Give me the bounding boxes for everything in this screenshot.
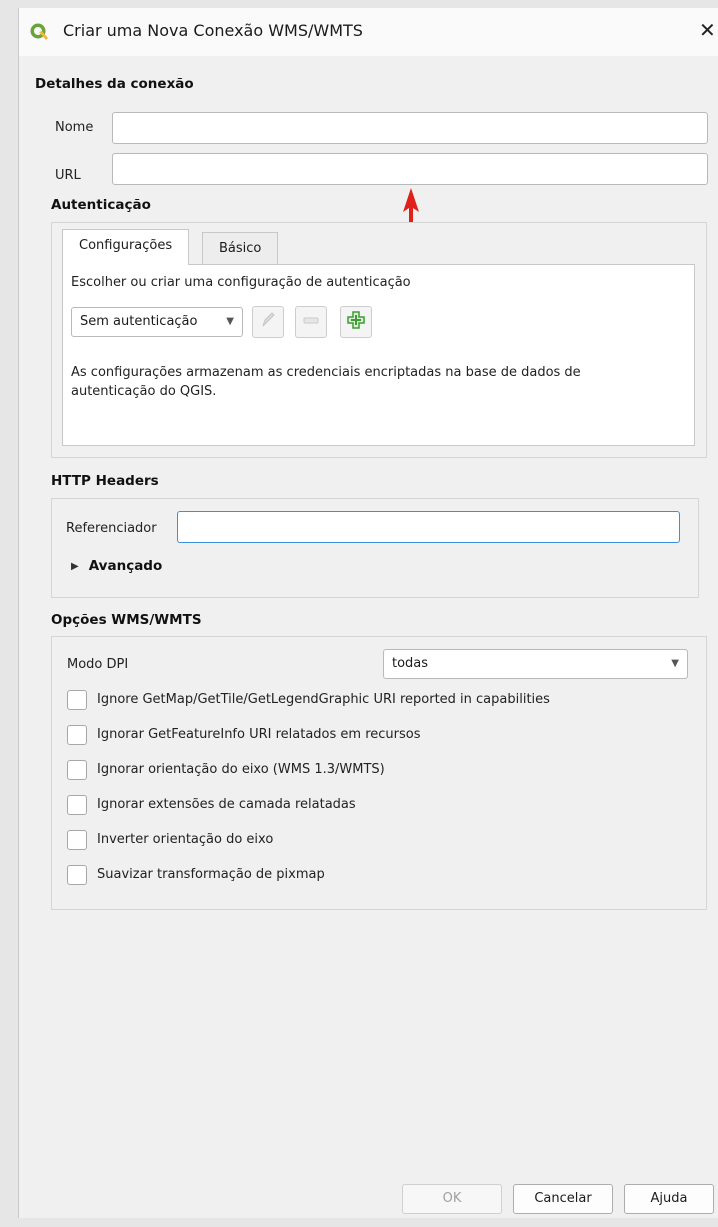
checkbox-label: Inverter orientação do eixo [97,832,274,847]
checkbox-label: Ignorar orientação do eixo (WMS 1.3/WMTS… [97,762,385,777]
checkbox-label: Ignore GetMap/GetTile/GetLegendGraphic U… [97,692,550,707]
checkbox-label: Ignorar extensões de camada relatadas [97,797,356,812]
auth-config-combo[interactable]: Sem autenticação ▼ [71,307,243,337]
remove-auth-button[interactable] [295,306,327,338]
dpi-mode-combo[interactable]: todas ▼ [383,649,688,679]
tab-basico[interactable]: Básico [202,232,279,266]
authentication-title: Autenticação [51,197,151,213]
checkbox-ignore-getmap-uri[interactable] [67,690,87,710]
advanced-label: Avançado [88,558,163,574]
cancel-button[interactable]: Cancelar [513,1184,613,1214]
expand-arrow-icon: ▶ [71,560,79,572]
edit-auth-button[interactable] [252,306,284,338]
auth-info-text-line1: As configurações armazenam as credenciai… [71,365,581,380]
name-input[interactable] [112,112,708,144]
checkbox-label: Ignorar GetFeatureInfo URI relatados em … [97,727,421,742]
auth-combo-value: Sem autenticação [80,314,198,329]
chevron-down-icon: ▼ [226,316,234,327]
qgis-icon [29,22,49,42]
url-input[interactable] [112,153,708,185]
checkbox-label: Suavizar transformação de pixmap [97,867,325,882]
advanced-toggle[interactable]: ▶ Avançado [71,558,162,574]
checkbox-invert-axis-orientation[interactable] [67,830,87,850]
referer-label: Referenciador [66,521,157,536]
url-label: URL [55,168,81,183]
close-icon[interactable]: ✕ [699,18,716,42]
checkbox-ignore-axis-orientation[interactable] [67,760,87,780]
http-headers-title: HTTP Headers [51,473,159,489]
dialog-window: Criar uma Nova Conexão WMS/WMTS ✕ Detalh… [18,8,718,1218]
auth-info-text-line2: autenticação do QGIS. [71,384,217,399]
remove-icon [302,311,320,333]
window-title: Criar uma Nova Conexão WMS/WMTS [63,21,363,40]
checkbox-smooth-pixmap-transform[interactable] [67,865,87,885]
dpi-mode-label: Modo DPI [67,657,129,672]
auth-choose-text: Escolher ou criar uma configuração de au… [71,275,411,290]
referer-input[interactable] [177,511,680,543]
connection-details-title: Detalhes da conexão [35,76,194,92]
title-bar: Criar uma Nova Conexão WMS/WMTS ✕ [19,8,718,56]
add-plus-icon [346,310,366,334]
add-auth-button[interactable] [340,306,372,338]
checkbox-ignore-getfeatureinfo-uri[interactable] [67,725,87,745]
help-button[interactable]: Ajuda [624,1184,714,1214]
ok-button[interactable]: OK [402,1184,502,1214]
pencil-icon [259,311,277,333]
name-label: Nome [55,120,94,135]
tab-configuracoes[interactable]: Configurações [62,229,190,265]
chevron-down-icon: ▼ [671,658,679,669]
auth-tab-pane: Escolher ou criar uma configuração de au… [62,264,695,446]
checkbox-ignore-layer-extents[interactable] [67,795,87,815]
wms-options-title: Opções WMS/WMTS [51,612,202,628]
dpi-mode-value: todas [392,656,429,671]
